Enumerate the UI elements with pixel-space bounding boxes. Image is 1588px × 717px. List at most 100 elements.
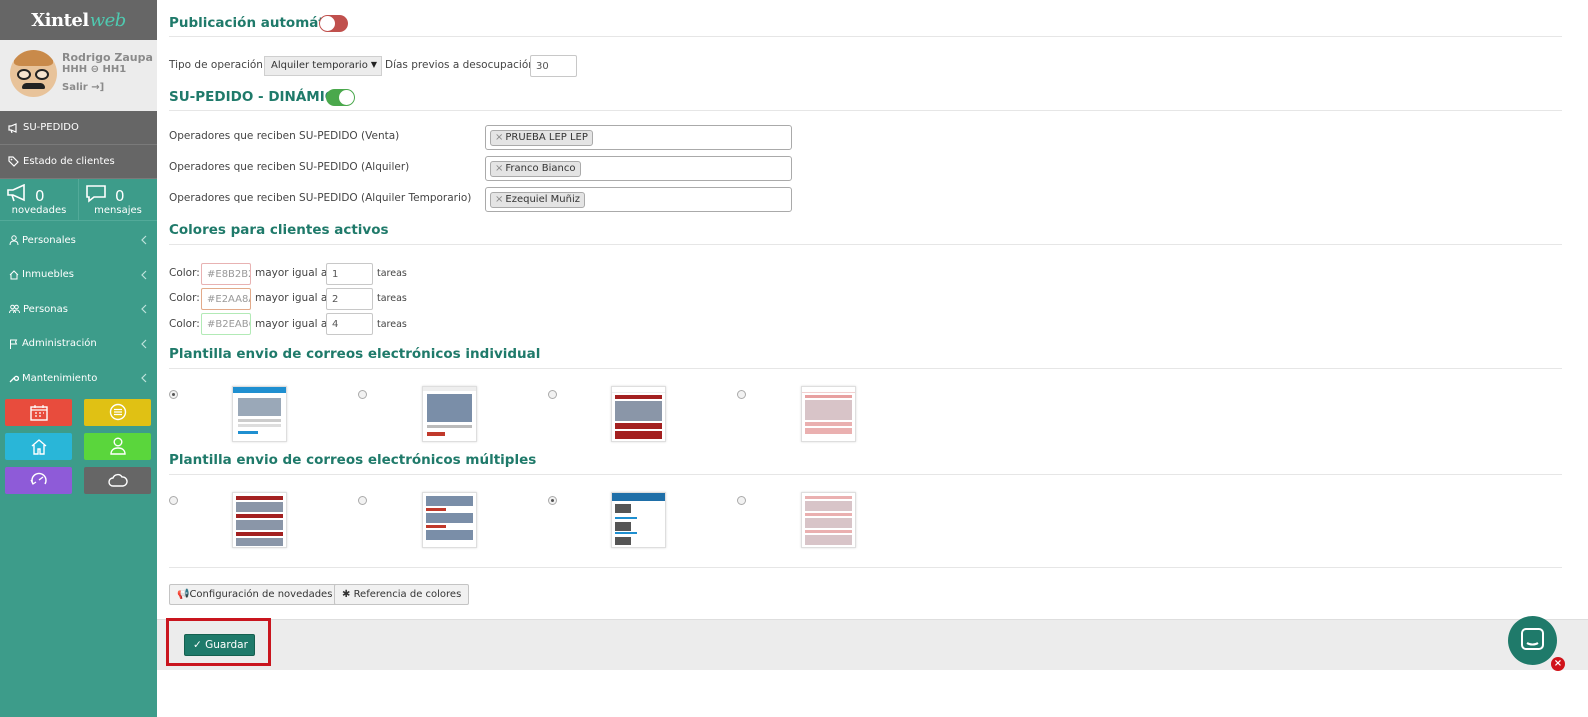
home-icon <box>31 438 46 455</box>
check-icon: ✓ <box>193 639 206 651</box>
novedades-count: 0 <box>35 187 45 205</box>
chat-bubble-icon <box>86 185 106 203</box>
referencia-colores-button[interactable]: ✱ Referencia de colores <box>334 584 470 605</box>
color-label: Color: <box>169 292 200 304</box>
sidebar-item-personales[interactable]: Personales <box>0 223 157 258</box>
save-button[interactable]: ✓ Guardar <box>184 634 255 656</box>
operadores-venta-label: Operadores que reciben SU-PEDIDO (Venta) <box>169 130 400 142</box>
color-input[interactable]: #E2AA8A <box>201 288 251 310</box>
operadores-alquiler-input[interactable]: × Franco Bianco <box>485 156 792 181</box>
mensajes-count: 0 <box>115 187 125 205</box>
tipo-operacion-select[interactable]: Alquiler temporario ▼ <box>264 56 382 76</box>
color-label: Color: <box>169 267 200 279</box>
user-groups: HHH ⊖ HH1 <box>62 64 127 75</box>
dashboard-tile[interactable] <box>5 466 72 494</box>
divider <box>169 368 1562 369</box>
min-tareas-input[interactable]: 2 <box>326 288 373 310</box>
avatar <box>10 50 57 97</box>
main-content: Publicación automática Tipo de operación… <box>157 0 1588 717</box>
sidebar-item-label: Administración <box>22 338 97 350</box>
operadores-temporario-label: Operadores que reciben SU-PEDIDO (Alquil… <box>169 192 472 204</box>
mayor-label: mayor igual a: <box>255 292 331 304</box>
config-novedades-button[interactable]: 📢Configuración de novedades <box>169 584 341 605</box>
sidebar-item-su-pedido[interactable]: SU-PEDIDO <box>0 111 157 145</box>
chat-icon <box>1521 628 1544 650</box>
template-thumbnail[interactable] <box>232 386 287 442</box>
wrench-icon <box>9 376 19 383</box>
template-radio[interactable] <box>169 390 178 399</box>
sidebar-item-label: SU-PEDIDO <box>23 122 79 133</box>
template-radio[interactable] <box>548 390 557 399</box>
remove-tag-icon[interactable]: × <box>495 163 503 174</box>
template-radio[interactable] <box>358 390 367 399</box>
template-thumbnail[interactable] <box>801 492 856 548</box>
cloud-tile[interactable] <box>84 466 151 494</box>
tipo-operacion-label: Tipo de operación: <box>169 59 267 71</box>
caret-down-icon: ▼ <box>370 60 377 69</box>
template-thumbnail[interactable] <box>422 492 477 548</box>
template-thumbnail[interactable] <box>801 386 856 442</box>
remove-tag-icon[interactable]: × <box>495 194 503 205</box>
operadores-alquiler-label: Operadores que reciben SU-PEDIDO (Alquil… <box>169 161 410 173</box>
sidebar-item-estado-clientes[interactable]: Estado de clientes <box>0 145 157 179</box>
template-radio[interactable] <box>358 496 367 505</box>
min-tareas-input[interactable]: 1 <box>326 263 373 285</box>
color-label: Color: <box>169 318 200 330</box>
chevron-left-icon <box>141 270 147 279</box>
user-panel: Rodrigo Zaupa HHH ⊖ HH1 Salir →] <box>0 40 157 111</box>
sidebar-item-label: Personales <box>22 234 76 246</box>
template-radio[interactable] <box>548 496 557 505</box>
dias-previos-input[interactable]: 30 <box>530 55 577 77</box>
template-radio[interactable] <box>169 496 178 505</box>
template-thumbnail[interactable] <box>422 386 477 442</box>
operadores-venta-input[interactable]: × PRUEBA LEP LEP <box>485 125 792 150</box>
tareas-label: tareas <box>377 319 407 330</box>
chevron-left-icon <box>141 339 147 348</box>
user-tile[interactable] <box>84 432 151 460</box>
user-name: Rodrigo Zaupa <box>62 51 153 64</box>
remove-tag-icon[interactable]: × <box>495 132 503 143</box>
template-thumbnail[interactable] <box>232 492 287 548</box>
calendar-tile[interactable] <box>5 398 72 426</box>
chat-launcher-button[interactable] <box>1508 616 1557 665</box>
novedades-counter[interactable]: 0 novedades <box>0 179 78 220</box>
list-tile[interactable] <box>84 398 151 426</box>
sidebar: Xintelweb Rodrigo Zaupa HHH ⊖ HH1 Salir … <box>0 0 157 717</box>
color-input[interactable]: #B2EAB6 <box>201 313 251 335</box>
template-thumbnail[interactable] <box>611 492 666 548</box>
sidebar-item-administracion[interactable]: Administración <box>0 327 157 362</box>
list-icon <box>109 403 126 421</box>
chevron-left-icon <box>141 235 147 245</box>
logout-link[interactable]: Salir →] <box>62 82 104 93</box>
home-tile[interactable] <box>5 432 72 460</box>
template-radio[interactable] <box>737 390 746 399</box>
user-icon <box>109 437 126 455</box>
megaphone-icon <box>8 122 17 133</box>
supedido-title: SU-PEDIDO - DINÁMICO <box>169 89 347 105</box>
dias-previos-label: Días previos a desocupación: <box>385 59 539 71</box>
supedido-toggle[interactable] <box>326 89 355 106</box>
plantilla-multiple-title: Plantilla envio de correos electrónicos … <box>169 452 537 468</box>
logo-bar: Xintelweb <box>0 0 157 40</box>
min-tareas-input[interactable]: 4 <box>326 313 373 335</box>
sidebar-item-label: Personas <box>23 303 68 315</box>
operadores-temporario-input[interactable]: × Ezequiel Muñiz <box>485 187 792 212</box>
divider <box>169 474 1562 475</box>
close-icon[interactable]: × <box>1551 657 1565 671</box>
template-radio[interactable] <box>737 496 746 505</box>
template-thumbnail[interactable] <box>611 386 666 442</box>
app-logo[interactable]: Xintelweb <box>31 10 126 31</box>
tipo-operacion-value: Alquiler temporario <box>271 60 368 71</box>
users-icon <box>9 304 20 314</box>
operator-tag: × PRUEBA LEP LEP <box>490 130 593 146</box>
color-input[interactable]: #E8B2B2 <box>201 263 251 285</box>
sidebar-item-inmuebles[interactable]: Inmuebles <box>0 258 157 293</box>
flag-icon <box>10 339 18 349</box>
form-footer <box>157 619 1588 670</box>
sidebar-item-mantenimiento[interactable]: Mantenimiento <box>0 361 157 396</box>
publicacion-toggle[interactable] <box>319 15 348 32</box>
mensajes-counter[interactable]: 0 mensajes <box>78 179 157 220</box>
divider <box>169 36 1562 37</box>
mayor-label: mayor igual a: <box>255 318 331 330</box>
sidebar-item-personas[interactable]: Personas <box>0 292 157 327</box>
